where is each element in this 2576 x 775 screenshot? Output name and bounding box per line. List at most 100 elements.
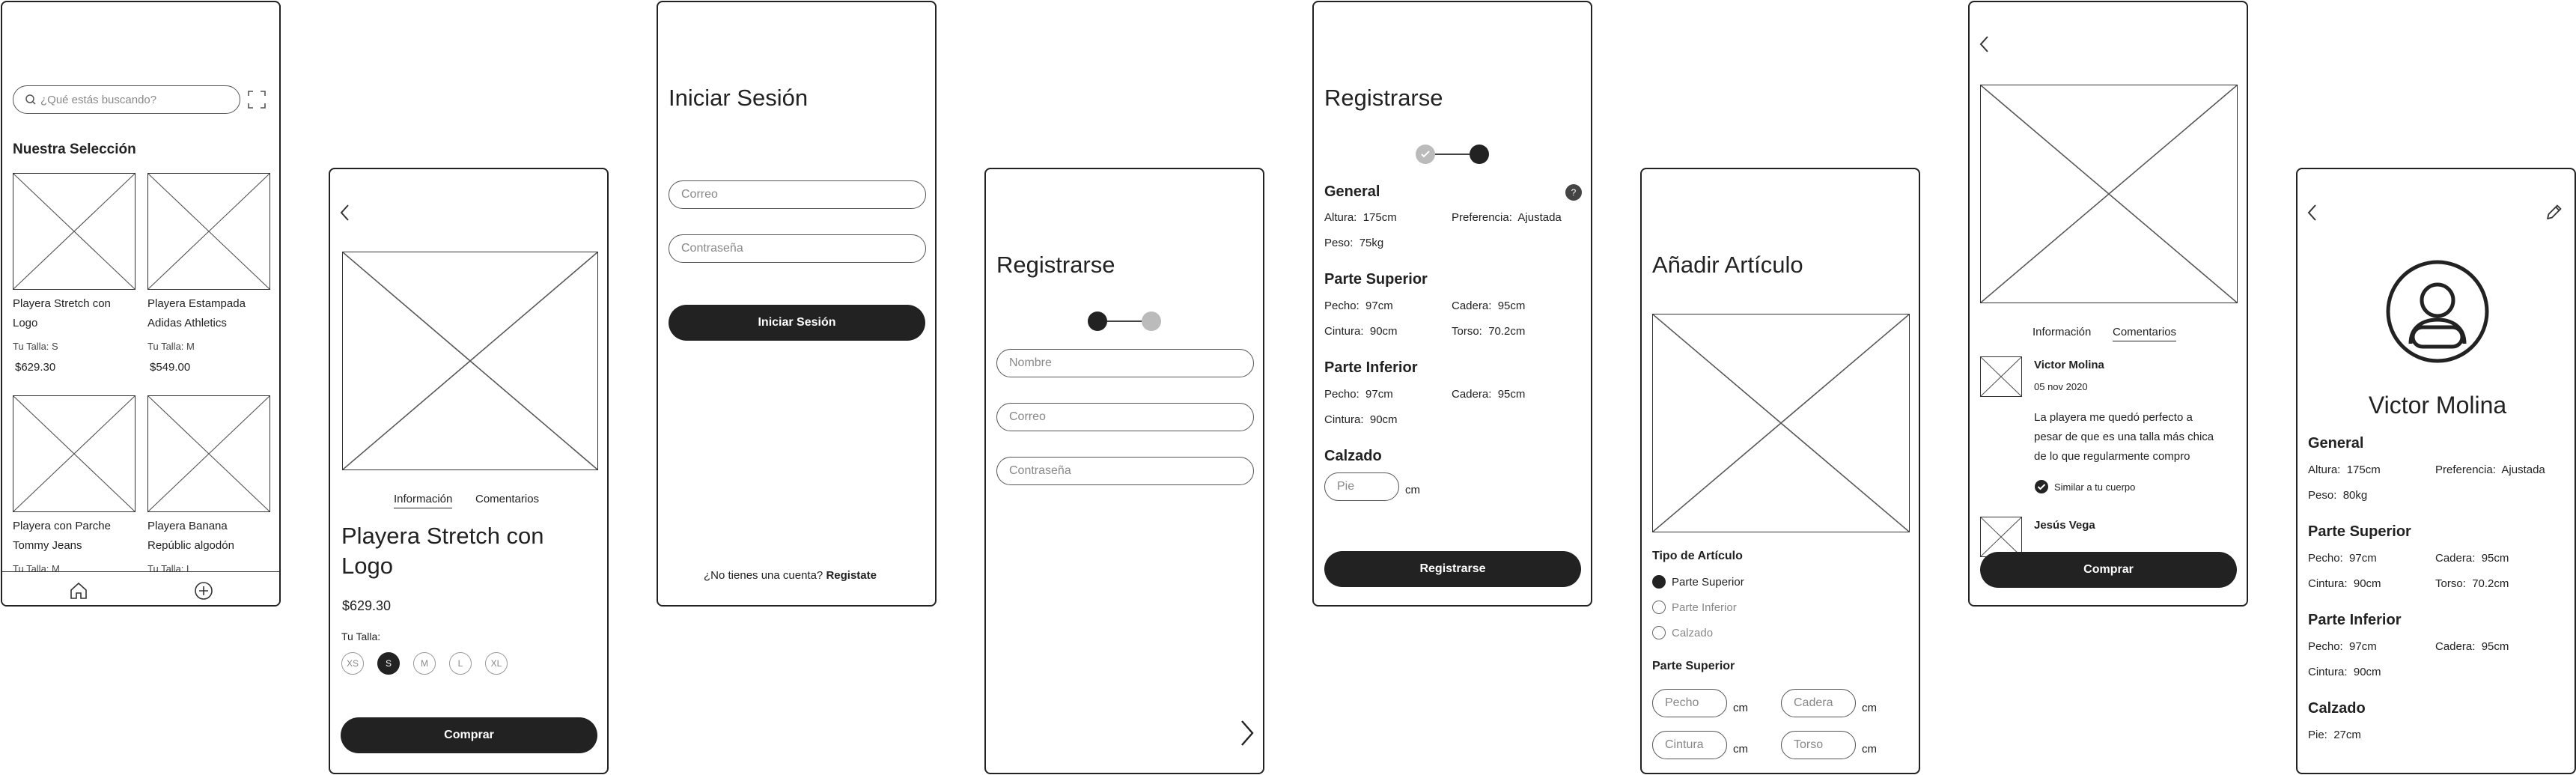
waist-value: 90cm bbox=[2353, 577, 2381, 590]
profile-screen: Victor Molina General Altura: 175cm Pref… bbox=[2296, 168, 2576, 774]
page-title: Registrarse bbox=[1324, 85, 1443, 111]
torso-field[interactable]: Torso bbox=[1781, 731, 1856, 759]
waist-field[interactable]: Cintura bbox=[1652, 731, 1727, 759]
home-icon[interactable] bbox=[69, 581, 88, 601]
add-item-screen: Añadir Artículo Tipo de Artículo Parte S… bbox=[1640, 168, 1920, 774]
weight-row: Peso: 75kg bbox=[1324, 237, 1383, 249]
email-placeholder: Correo bbox=[1009, 410, 1046, 423]
weight-value: 75kg bbox=[1359, 237, 1384, 249]
section-title: Parte Superior bbox=[2308, 523, 2411, 540]
product-name[interactable]: Playera Estampada bbox=[147, 297, 246, 310]
lower-hip-value: 95cm bbox=[2481, 640, 2509, 653]
foot-size-field[interactable]: Pie bbox=[1324, 472, 1399, 501]
product-image[interactable] bbox=[147, 395, 270, 512]
height-label: Altura: bbox=[2308, 464, 2341, 476]
chest-field[interactable]: Pecho bbox=[1652, 689, 1727, 717]
size-option-m[interactable]: M bbox=[413, 652, 436, 675]
back-icon[interactable] bbox=[339, 202, 351, 223]
product-name[interactable]: Adidas Athletics bbox=[147, 317, 227, 329]
page-title: Iniciar Sesión bbox=[669, 85, 809, 111]
torso-value: 70.2cm bbox=[2472, 577, 2509, 590]
help-icon[interactable]: ? bbox=[1565, 184, 1582, 201]
edit-icon[interactable] bbox=[2544, 201, 2565, 222]
radio-lower[interactable] bbox=[1652, 601, 1666, 614]
password-field[interactable]: Contraseña bbox=[996, 457, 1254, 485]
product-name[interactable]: Tommy Jeans bbox=[13, 539, 82, 552]
product-name[interactable]: Logo bbox=[13, 317, 37, 329]
item-image-placeholder[interactable] bbox=[1652, 314, 1910, 532]
comment-author: Victor Molina bbox=[2034, 359, 2104, 371]
upper-title: Parte Superior bbox=[1652, 660, 1735, 672]
foot-label: Pie: bbox=[2308, 729, 2327, 741]
step-indicator-active bbox=[1470, 145, 1489, 164]
weight-label: Peso: bbox=[1324, 237, 1354, 249]
weight-label: Peso: bbox=[2308, 489, 2337, 502]
email-field[interactable]: Correo bbox=[996, 403, 1254, 431]
product-name[interactable]: Playera Stretch con bbox=[13, 297, 111, 310]
radio-shoes-label[interactable]: Calzado bbox=[1672, 627, 1713, 639]
size-option-l[interactable]: L bbox=[449, 652, 472, 675]
scan-icon[interactable] bbox=[247, 90, 267, 109]
waist-value: 90cm bbox=[1369, 325, 1398, 338]
section-title: Parte Inferior bbox=[2308, 612, 2402, 628]
size-option-xl[interactable]: XL bbox=[485, 652, 508, 675]
add-icon[interactable] bbox=[194, 581, 213, 601]
back-icon[interactable] bbox=[2306, 202, 2318, 223]
fit-label: Similar a tu cuerpo bbox=[2054, 481, 2136, 493]
preference-value: Ajustada bbox=[1517, 211, 1562, 224]
height-label: Altura: bbox=[1324, 211, 1357, 224]
hip-field[interactable]: Cadera bbox=[1781, 689, 1856, 717]
bottom-nav bbox=[2, 571, 279, 605]
lower-chest-row: Pecho: 97cm bbox=[2308, 640, 2377, 653]
product-title: Playera Stretch con bbox=[341, 523, 544, 549]
radio-shoes[interactable] bbox=[1652, 626, 1666, 639]
tab-informacion[interactable]: Información bbox=[2033, 326, 2091, 338]
profile-name: Victor Molina bbox=[2368, 392, 2507, 419]
check-icon bbox=[1421, 151, 1430, 158]
next-arrow-icon[interactable] bbox=[1239, 718, 1255, 748]
register-button[interactable]: Registrarse bbox=[1324, 551, 1581, 587]
product-name[interactable]: Playera con Parche bbox=[13, 520, 111, 532]
radio-upper[interactable] bbox=[1652, 575, 1666, 589]
foot-row: Pie: 27cm bbox=[2308, 729, 2361, 741]
tab-informacion[interactable]: Información bbox=[394, 493, 453, 508]
product-size: Tu Talla: M bbox=[147, 341, 195, 352]
login-button[interactable]: Iniciar Sesión bbox=[669, 305, 925, 341]
comment-text: La playera me quedó perfecto a bbox=[2034, 411, 2193, 424]
product-image[interactable] bbox=[13, 173, 136, 290]
buy-button[interactable]: Comprar bbox=[1980, 552, 2237, 588]
avatar bbox=[1980, 517, 2022, 557]
user-icon bbox=[2386, 260, 2489, 363]
chest-row: Pecho: 97cm bbox=[2308, 552, 2377, 565]
hip-value: 95cm bbox=[1497, 300, 1526, 312]
name-field[interactable]: Nombre bbox=[996, 349, 1254, 377]
avatar bbox=[1980, 356, 2022, 397]
back-icon[interactable] bbox=[1979, 34, 1991, 55]
size-option-xs[interactable]: XS bbox=[341, 652, 364, 675]
password-field[interactable]: Contraseña bbox=[669, 234, 926, 263]
weight-value: 80kg bbox=[2342, 489, 2368, 502]
height-row: Altura: 175cm bbox=[2308, 464, 2381, 476]
torso-placeholder: Torso bbox=[1794, 738, 1824, 751]
login-screen: Iniciar Sesión Correo Contraseña Iniciar… bbox=[657, 1, 937, 607]
product-name[interactable]: Playera Banana bbox=[147, 520, 228, 532]
type-title: Tipo de Artículo bbox=[1652, 550, 1743, 562]
tab-comentarios[interactable]: Comentarios bbox=[475, 493, 539, 505]
tab-comentarios[interactable]: Comentarios bbox=[2113, 326, 2177, 341]
step-connector bbox=[1107, 320, 1142, 322]
product-name[interactable]: Repúblic algodón bbox=[147, 539, 234, 552]
weight-row: Peso: 80kg bbox=[2308, 489, 2367, 502]
radio-upper-label[interactable]: Parte Superior bbox=[1672, 576, 1744, 589]
size-option-s[interactable]: S bbox=[377, 652, 400, 675]
product-image[interactable] bbox=[147, 173, 270, 290]
name-placeholder: Nombre bbox=[1009, 356, 1052, 369]
chest-row: Pecho: 97cm bbox=[1324, 300, 1393, 312]
chest-label: Pecho: bbox=[1324, 300, 1359, 312]
product-image[interactable] bbox=[13, 395, 136, 512]
radio-lower-label[interactable]: Parte Inferior bbox=[1672, 601, 1737, 614]
search-input[interactable]: ¿Qué estás buscando? bbox=[13, 85, 240, 114]
section-title: Calzado bbox=[1324, 448, 1382, 464]
email-field[interactable]: Correo bbox=[669, 180, 926, 209]
register-link[interactable]: Registate bbox=[826, 569, 877, 582]
buy-button[interactable]: Comprar bbox=[341, 717, 597, 753]
